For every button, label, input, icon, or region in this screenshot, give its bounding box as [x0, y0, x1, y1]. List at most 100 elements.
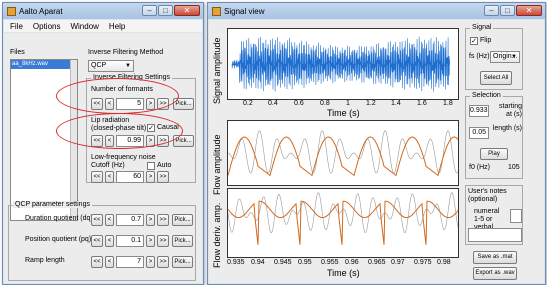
cutoff-inc-button[interactable]: > [146, 171, 155, 183]
top-plot-axes[interactable] [227, 28, 459, 100]
app-icon [212, 6, 221, 16]
qcp-panel: QCP parameter settings Duration quotient… [8, 201, 196, 281]
bot-xtick: 0.955 [321, 259, 339, 266]
top-xtick: 1 [346, 100, 350, 107]
f0-value: 105 [508, 164, 520, 171]
auto-label: Auto [157, 162, 172, 169]
qcp-panel-title: QCP parameter settings [13, 201, 92, 208]
save-mat-button[interactable]: Save as .mat [473, 251, 517, 264]
dq-pick-button[interactable]: Pick... [172, 214, 193, 226]
pq-dec2-button[interactable]: << [91, 235, 103, 247]
flow-svg [227, 130, 459, 177]
dq-inc-button[interactable]: > [146, 214, 155, 226]
bot-plot-ylabel: Flow deriv. amp. [212, 202, 222, 268]
cutoff-inc2-button[interactable]: >> [157, 171, 169, 183]
auto-checkbox[interactable] [147, 162, 155, 170]
dq-label: Duration quotient (dq) [25, 215, 93, 222]
right-window-title: Signal view [224, 6, 265, 16]
bot-xtick: 0.98 [437, 259, 451, 266]
files-label: Files [10, 49, 25, 56]
pq-pick-button[interactable]: Pick... [172, 235, 193, 247]
ramp-inc2-button[interactable]: >> [157, 256, 169, 268]
cutoff-dec-button[interactable]: < [105, 171, 114, 183]
notes-field[interactable] [468, 228, 522, 242]
menu-help[interactable]: Help [109, 22, 125, 31]
select-all-button[interactable]: Select All [480, 71, 512, 85]
flip-label: Flip [480, 37, 492, 44]
chevron-down-icon: ▼ [125, 63, 131, 69]
ramp-inc-button[interactable]: > [146, 256, 155, 268]
bot-xtick: 0.97 [391, 259, 405, 266]
maximize-button[interactable]: □ [158, 5, 173, 16]
pq-inc2-button[interactable]: >> [157, 235, 169, 247]
bot-plot-axes[interactable] [227, 188, 459, 258]
left-window-title: Aalto Aparat [19, 6, 63, 16]
file-item[interactable]: aa_8kHz.wav [11, 60, 77, 69]
bot-xtick: 0.95 [298, 259, 312, 266]
flip-checkbox[interactable]: ✓ [470, 37, 478, 45]
rating-field[interactable] [510, 209, 522, 223]
maximize-button[interactable]: □ [500, 5, 515, 16]
notes-panel: User's notes (optional) numeral 1-5 or v… [465, 185, 523, 245]
pq-dec-button[interactable]: < [105, 235, 114, 247]
top-plot-ylabel: Signal amplitude [212, 37, 222, 104]
length-field[interactable]: 0.05 [469, 127, 489, 139]
notes-label: User's notes (optional) [468, 188, 507, 203]
starting-field[interactable]: 0.933 [469, 105, 489, 117]
signal-panel: Signal ✓ Flip fs (Hz) Origin... ▼ Select… [465, 24, 523, 90]
menu-window[interactable]: Window [70, 22, 98, 31]
f0-label: f0 (Hz) [469, 164, 490, 171]
left-client: Files aa_8kHz.wav Inverse Filtering Meth… [4, 33, 202, 283]
ramp-field[interactable]: 7 [116, 256, 144, 268]
aalto-aparat-window: Aalto Aparat – □ ✕ File Options Window H… [2, 2, 204, 285]
if-method-label: Inverse Filtering Method [88, 49, 164, 56]
fs-dropdown[interactable]: Origin... ▼ [490, 51, 520, 63]
cutoff-dec2-button[interactable]: << [91, 171, 103, 183]
dq-dec-button[interactable]: < [105, 214, 114, 226]
top-xtick: 0.6 [294, 100, 304, 107]
minimize-button[interactable]: – [142, 5, 157, 16]
fs-label: fs (Hz) [469, 53, 490, 60]
bot-xtick: 0.965 [368, 259, 386, 266]
starting-label: starting at (s) [499, 103, 522, 118]
app-icon [7, 6, 16, 16]
left-titlebar[interactable]: Aalto Aparat – □ ✕ [3, 3, 203, 19]
annotation-oval-lip [56, 113, 183, 149]
dq-field[interactable]: 0.7 [116, 214, 144, 226]
mid-plot-axes[interactable] [227, 120, 459, 186]
bot-plot-xlabel: Time (s) [327, 268, 360, 278]
menu-file[interactable]: File [10, 22, 23, 31]
pq-inc-button[interactable]: > [146, 235, 155, 247]
bot-xtick: 0.96 [345, 259, 359, 266]
minimize-button[interactable]: – [484, 5, 499, 16]
bot-xtick: 0.94 [251, 259, 265, 266]
chevron-down-icon: ▼ [511, 54, 517, 60]
waveform-svg [231, 36, 451, 92]
ramp-pick-button[interactable]: Pick... [172, 256, 193, 268]
play-button[interactable]: Play [480, 148, 508, 160]
pq-label: Position quotient (pq) [25, 236, 92, 243]
menu-options[interactable]: Options [33, 22, 61, 31]
ramp-dec-button[interactable]: < [105, 256, 114, 268]
selection-panel: Selection 0.933 starting at (s) 0.05 len… [465, 92, 523, 179]
ramp-label: Ramp length [25, 257, 65, 264]
top-xtick: 0.2 [243, 100, 253, 107]
dq-inc2-button[interactable]: >> [157, 214, 169, 226]
right-scroll-area [529, 20, 542, 282]
method-value: QCP [91, 62, 107, 69]
annotation-oval-formants [56, 78, 179, 114]
right-titlebar[interactable]: Signal view – □ ✕ [208, 3, 545, 19]
dq-dec2-button[interactable]: << [91, 214, 103, 226]
top-xtick: 1.4 [391, 100, 401, 107]
close-button[interactable]: ✕ [516, 5, 542, 16]
export-wav-button[interactable]: Export as .wav [473, 267, 517, 280]
ramp-dec2-button[interactable]: << [91, 256, 103, 268]
top-xtick: 1.8 [443, 100, 453, 107]
top-xtick: 0.4 [268, 100, 278, 107]
cutoff-field[interactable]: 60 [116, 171, 144, 183]
signal-view-window: Signal view – □ ✕ Signal amplitude 0.2 0… [207, 2, 546, 285]
pq-field[interactable]: 0.1 [116, 235, 144, 247]
close-button[interactable]: ✕ [174, 5, 200, 16]
flow-derivative-line [227, 200, 459, 245]
method-dropdown[interactable]: QCP ▼ [88, 60, 134, 72]
